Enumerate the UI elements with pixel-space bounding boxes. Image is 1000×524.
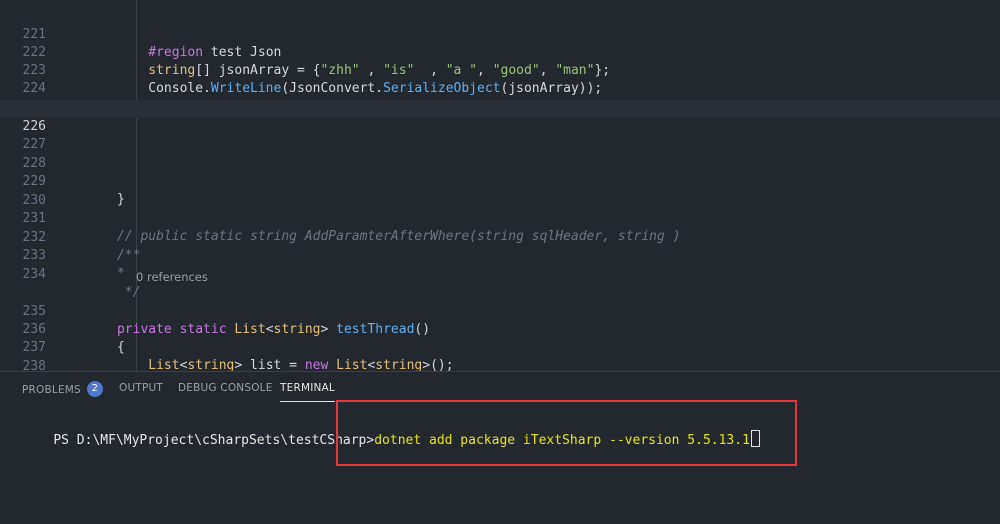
tab-label: DEBUG CONSOLE [178,382,273,394]
code-line[interactable]: 222 string[] jsonArray = {"zhh" , "is" ,… [0,26,1000,78]
code-line[interactable]: 229 } [0,155,1000,207]
code-comment: * [70,266,125,281]
code-line[interactable]: 223 Console.WriteLine(JsonConvert.Serial… [0,44,1000,96]
code-editor[interactable]: 221 #region test Json 222 string[] jsonA… [0,0,1000,371]
tab-label: PROBLEMS [22,384,81,396]
tab-problems[interactable]: PROBLEMS 2 [22,381,103,398]
code-line[interactable]: 221 #region test Json [0,8,1000,60]
codelens-references[interactable]: 0 references [136,269,208,285]
code-line[interactable]: 236 { [0,303,1000,355]
code-line[interactable]: 237 List<string> list = new List<string>… [0,321,1000,371]
tab-debug-console[interactable]: DEBUG CONSOLE [178,382,273,394]
code-line[interactable]: 230 [0,174,1000,208]
highlight-annotation-box [336,400,797,466]
problems-count-badge: 2 [86,381,103,397]
code-line[interactable]: 231 // public static string AddParamterA… [0,192,1000,244]
code-line[interactable]: 239 var watis = new List<EventWaitHandle… [0,358,1000,371]
code-line[interactable]: 234 */ [0,248,1000,300]
code-line[interactable]: 235 private static List<string> testThre… [0,285,1000,337]
tab-output[interactable]: OUTPUT [119,382,163,394]
code-line[interactable]: 224 #endregion [0,62,1000,114]
terminal-prompt: PS D:\MF\MyProject\cSharpSets\testCSharp… [53,433,375,448]
line-number: 234 [22,267,46,282]
code-line[interactable]: 233 * [0,229,1000,281]
tab-label: TERMINAL [280,382,335,394]
tab-label: OUTPUT [119,382,163,394]
code-line[interactable]: 227 [0,118,1000,152]
code-line[interactable]: 232 /** [0,211,1000,263]
bottom-panel: PROBLEMS 2 OUTPUT DEBUG CONSOLE TERMINAL … [0,371,1000,524]
tab-terminal[interactable]: TERMINAL [280,382,335,402]
code-line[interactable]: 225 [0,81,1000,115]
code-line[interactable]: 238 //创建等待事件句柄集合 [0,340,1000,371]
code-line[interactable]: 228 [0,137,1000,171]
code-line-current[interactable]: 226 [0,100,1000,134]
